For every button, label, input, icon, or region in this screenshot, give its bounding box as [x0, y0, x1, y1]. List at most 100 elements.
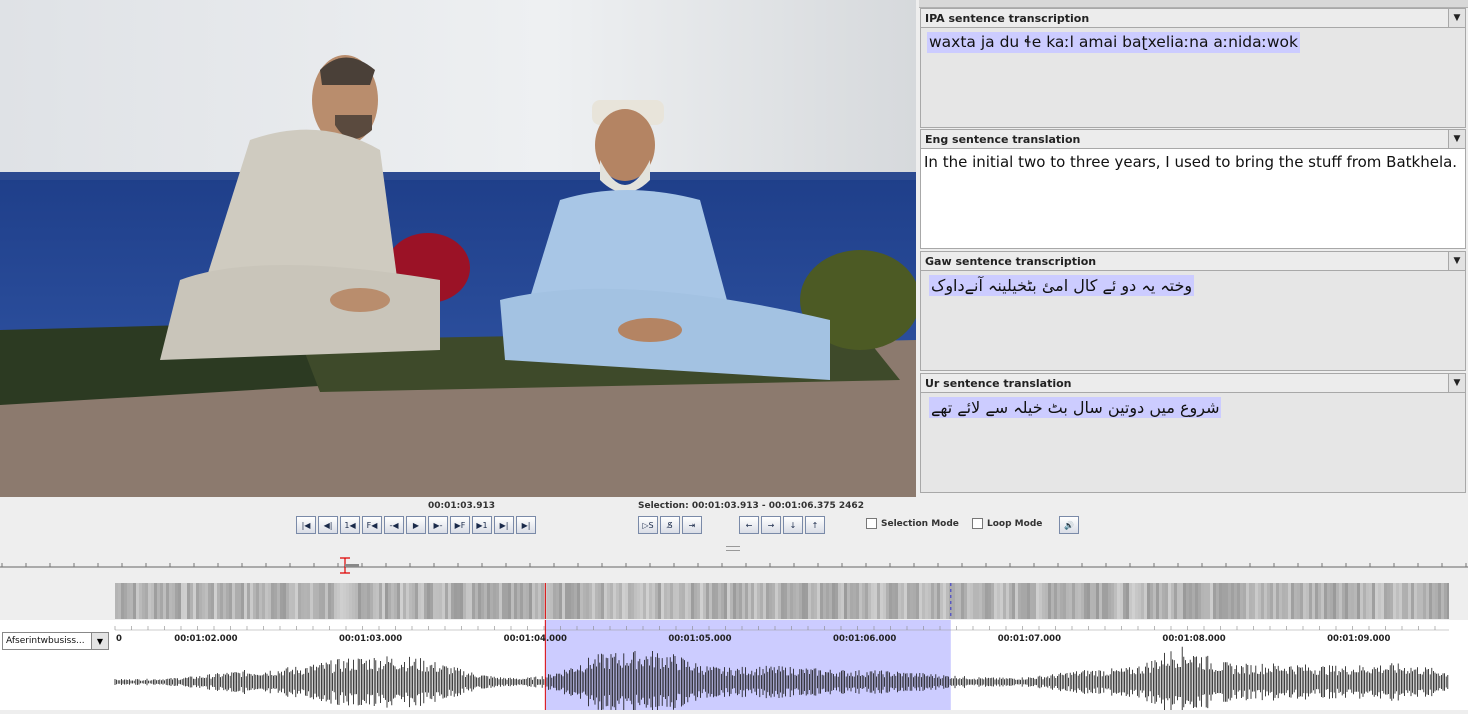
- spectrogram-column: [286, 583, 289, 619]
- spectrogram-column: [634, 583, 637, 619]
- spectrogram-column: [1009, 583, 1012, 619]
- spectrogram-column: [562, 583, 565, 619]
- spectrogram-column: [1420, 583, 1423, 619]
- selection-mode-checkbox[interactable]: Selection Mode: [866, 518, 959, 529]
- spectrogram-column: [940, 583, 943, 619]
- spectrogram-column: [706, 583, 709, 619]
- arrow-down-button[interactable]: ↓: [783, 516, 803, 534]
- tier-body-ur[interactable]: شروع میں دوتین سال بٹ خیلہ سے لائے تھے: [920, 393, 1466, 493]
- spectrogram-column: [835, 583, 838, 619]
- spectrogram-column: [1135, 583, 1138, 619]
- go-to-end-icon: ▶|: [521, 520, 531, 530]
- spectrogram-column: [1369, 583, 1372, 619]
- step-forward-button[interactable]: ▶1: [472, 516, 492, 534]
- volume-button[interactable]: 🔊: [1059, 516, 1079, 534]
- play-selection-icon: ▶-: [433, 520, 443, 530]
- tab-strip[interactable]: [919, 0, 1468, 8]
- tier-dropdown-ipa[interactable]: ▼: [1448, 9, 1465, 27]
- spectrogram-column: [178, 583, 181, 619]
- spectrogram-column: [379, 583, 382, 619]
- spectrogram-column: [487, 583, 490, 619]
- play-selection-back-button[interactable]: -◀: [384, 516, 404, 534]
- spectrogram-column: [640, 583, 643, 619]
- previous-frame-icon: ◀|: [323, 520, 333, 530]
- spectrogram-column: [163, 583, 166, 619]
- spectrogram-column: [1309, 583, 1312, 619]
- spectrogram-column: [475, 583, 478, 619]
- tier-dropdown-gaw[interactable]: ▼: [1448, 252, 1465, 270]
- go-to-begin-button[interactable]: |◀: [296, 516, 316, 534]
- time-ruler[interactable]: [0, 555, 1468, 577]
- tier-body-gaw[interactable]: وختہ یہ دو ئے کال امئ بٹخیلینہ آنےداوک: [920, 271, 1466, 371]
- tier-text-ur: شروع میں دوتین سال بٹ خیلہ سے لائے تھے: [929, 397, 1222, 418]
- next-pixel-button[interactable]: ▶F: [450, 516, 470, 534]
- spectrogram-column: [787, 583, 790, 619]
- spectrogram-column: [391, 583, 394, 619]
- previous-pixel-button[interactable]: F◀: [362, 516, 382, 534]
- play-around-selection-button[interactable]: ▷S: [638, 516, 658, 534]
- chevron-down-icon: ▼: [1453, 13, 1461, 23]
- previous-frame-button[interactable]: ◀|: [318, 516, 338, 534]
- selection-end-button[interactable]: ⇥: [682, 516, 702, 534]
- splitter-grip[interactable]: [726, 546, 740, 551]
- spectrogram-column: [637, 583, 640, 619]
- spectrogram-column: [1132, 583, 1135, 619]
- tier-body-eng[interactable]: In the initial two to three years, I use…: [920, 149, 1466, 249]
- spectrogram-column: [1030, 583, 1033, 619]
- spectrogram-column: [121, 583, 124, 619]
- spectrogram-column: [472, 583, 475, 619]
- arrow-up-icon: ↑: [811, 520, 819, 530]
- spectrogram-column: [1105, 583, 1108, 619]
- spectrogram-column: [481, 583, 484, 619]
- spectrogram-column: [922, 583, 925, 619]
- spectrogram-viewer[interactable]: [115, 583, 1449, 619]
- spectrogram-column: [763, 583, 766, 619]
- spectrogram-column: [1312, 583, 1315, 619]
- spectrogram-column: [1162, 583, 1165, 619]
- arrow-up-button[interactable]: ↑: [805, 516, 825, 534]
- spectrogram-column: [1027, 583, 1030, 619]
- play-selection-button[interactable]: ▶-: [428, 516, 448, 534]
- spectrogram-column: [1081, 583, 1084, 619]
- waveform-tier-select[interactable]: Afserintwbusiss... ▼: [2, 632, 109, 650]
- go-to-end-button[interactable]: ▶|: [516, 516, 536, 534]
- spectrogram-column: [1255, 583, 1258, 619]
- loop-mode-checkbox[interactable]: Loop Mode: [972, 518, 1042, 529]
- spectrogram-column: [1018, 583, 1021, 619]
- video-player[interactable]: [0, 0, 916, 497]
- spectrogram-column: [283, 583, 286, 619]
- play-icon: ▶: [412, 520, 420, 530]
- spectrogram-column: [607, 583, 610, 619]
- next-frame-button[interactable]: ▶|: [494, 516, 514, 534]
- spectrogram-column: [1285, 583, 1288, 619]
- spectrogram-column: [1270, 583, 1273, 619]
- spectrogram-column: [352, 583, 355, 619]
- tier-title-ipa: IPA sentence transcription: [925, 11, 1090, 25]
- speaker-icon: 🔊: [1064, 520, 1074, 530]
- spectrogram-column: [673, 583, 676, 619]
- spectrogram-column: [262, 583, 265, 619]
- step-back-button[interactable]: 1◀: [340, 516, 360, 534]
- tier-header-eng: Eng sentence translation ▼: [920, 129, 1466, 149]
- spectrogram-column: [355, 583, 358, 619]
- spectrogram-column: [244, 583, 247, 619]
- spectrogram-column: [1078, 583, 1081, 619]
- tier-body-ipa[interactable]: waxta ja du ɬe kaːl amai baʈxeliaːna aːn…: [920, 28, 1466, 128]
- spectrogram-column: [988, 583, 991, 619]
- play-button[interactable]: ▶: [406, 516, 426, 534]
- spectrogram-column: [892, 583, 895, 619]
- clear-selection-button[interactable]: S̸: [660, 516, 680, 534]
- spectrogram-column: [1198, 583, 1201, 619]
- tier-dropdown-eng[interactable]: ▼: [1448, 130, 1465, 148]
- spectrogram-column: [970, 583, 973, 619]
- spectrogram-column: [790, 583, 793, 619]
- spectrogram-column: [721, 583, 724, 619]
- spectrogram-column: [130, 583, 133, 619]
- tick-label: 00:01:06.000: [833, 634, 897, 644]
- spectrogram-column: [844, 583, 847, 619]
- tier-dropdown-ur[interactable]: ▼: [1448, 374, 1465, 392]
- arrow-left-button[interactable]: ←: [739, 516, 759, 534]
- spectrogram-column: [919, 583, 922, 619]
- arrow-right-button[interactable]: →: [761, 516, 781, 534]
- spectrogram-column: [712, 583, 715, 619]
